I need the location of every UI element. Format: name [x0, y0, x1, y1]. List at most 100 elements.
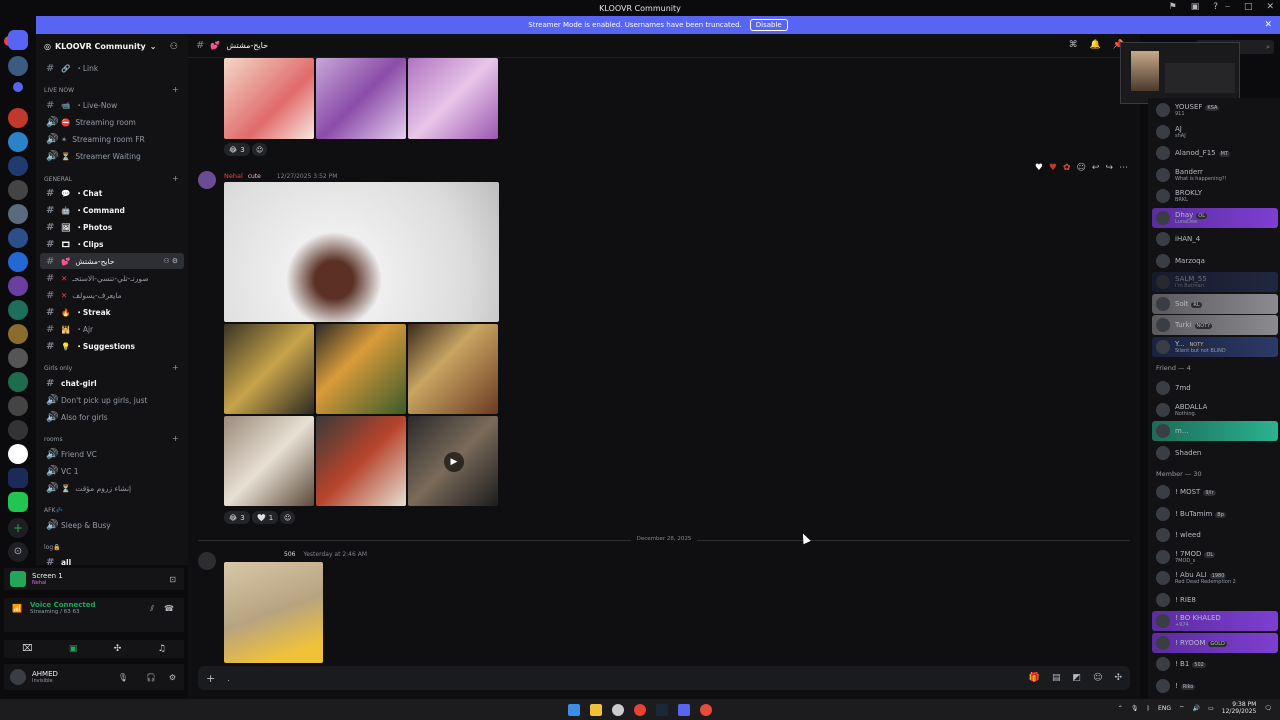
noise-icon[interactable]: ⫽ [150, 604, 154, 614]
chevron-up-icon[interactable]: ⌃ [1118, 705, 1123, 712]
discover-icon[interactable]: ⊙ [8, 542, 28, 562]
add-reaction-button[interactable]: ☺ [252, 143, 268, 156]
server-icon[interactable] [8, 228, 28, 248]
server-icon[interactable] [8, 108, 28, 128]
minimize-button[interactable]: ⎯ [1225, 2, 1230, 12]
member-item[interactable]: Solt RL [1152, 293, 1278, 314]
member-item[interactable]: ! RIE8 [1152, 590, 1278, 610]
member-item[interactable]: Marzoqa [1152, 251, 1278, 271]
category-general[interactable]: GENERAL + [44, 174, 179, 183]
voice-sleep-busy[interactable]: 🔊 Sleep & Busy [40, 517, 184, 533]
bluetooth-icon[interactable]: ᛒ [1146, 705, 1150, 712]
voice-streaming-fr[interactable]: 🔊 ✴ Streaming room FR [40, 131, 184, 147]
emoji-icon[interactable]: ☺ [1093, 673, 1102, 683]
screen-share-panel[interactable]: Screen 1 Nehal ⊡ [4, 568, 184, 590]
share-screen-icon[interactable]: ▣ [69, 644, 78, 654]
attachment-image[interactable] [316, 324, 406, 414]
activities-icon[interactable]: ✣ [114, 644, 122, 654]
reaction-pill[interactable]: 😂 3 [224, 143, 250, 156]
server-icon[interactable] [8, 348, 28, 368]
app-icon[interactable] [700, 703, 712, 716]
channel-ajr[interactable]: # 🕌 ・Ajr [40, 321, 184, 337]
channel-photos[interactable]: # 🖼 ・Photos [40, 219, 184, 235]
gift-icon[interactable]: 🎁 [1029, 673, 1040, 683]
heart-icon[interactable]: ♥ [1035, 163, 1043, 173]
gif-icon[interactable]: ▤ [1052, 673, 1061, 683]
server-icon[interactable] [8, 372, 28, 392]
server-icon[interactable] [8, 324, 28, 344]
member-item[interactable]: ! 7MOD OL 7MOD_s [1152, 547, 1278, 567]
play-icon[interactable]: ▶ [444, 452, 464, 472]
disconnect-icon[interactable]: ☎ [164, 604, 174, 613]
channel-all[interactable]: # all [40, 554, 184, 566]
attachment-image[interactable] [408, 58, 498, 139]
notification-icon[interactable]: 🗨 [1264, 705, 1272, 712]
reaction-pill[interactable]: 😂 3 [224, 511, 250, 524]
attachment-image[interactable] [224, 182, 499, 322]
attachment-image[interactable] [224, 324, 314, 414]
avatar[interactable] [10, 669, 26, 685]
video-attachment[interactable]: ▶ [408, 416, 498, 506]
volume-icon[interactable]: 🔊 [1193, 705, 1200, 712]
mic-icon[interactable]: 🎙 [118, 673, 128, 682]
server-icon[interactable] [8, 420, 28, 440]
windows-start-icon[interactable] [568, 703, 580, 716]
monitor-icon[interactable]: ▣ [1191, 2, 1200, 12]
home-icon[interactable] [8, 30, 28, 50]
inbox-icon[interactable]: ⚑ [1169, 2, 1177, 12]
guild-header[interactable]: ◎ KLOOVR Community ⌄ ⚇ [36, 34, 188, 58]
member-item[interactable]: ! RYOOM GOLD [1152, 632, 1278, 653]
member-item[interactable]: Y... NOTY Silent but not BLIND [1152, 336, 1278, 357]
channel-streak[interactable]: # 🔥 ・Streak [40, 304, 184, 320]
sticker-icon[interactable]: ◩ [1073, 673, 1082, 683]
channel-chat[interactable]: # 💬 ・Chat [40, 185, 184, 201]
member-item[interactable]: m... [1152, 421, 1278, 441]
server-icon[interactable] [8, 156, 28, 176]
reply-icon[interactable]: ↩ [1092, 163, 1100, 173]
member-item[interactable]: ! Abu ALI 1980 Red Dead Redemption 2 [1152, 568, 1278, 588]
plus-icon[interactable]: + [206, 672, 215, 685]
camera-off-icon[interactable]: ⌧ [22, 644, 32, 654]
discord-icon[interactable] [678, 703, 690, 716]
popout-icon[interactable]: ⊡ [169, 575, 176, 584]
attachment-image[interactable] [224, 58, 314, 139]
mic-icon[interactable]: 🎙 [1131, 705, 1139, 712]
disable-streamer-button[interactable]: Disable [749, 19, 788, 31]
member-item[interactable]: Shaden [1152, 443, 1278, 463]
server-icon[interactable] [8, 252, 28, 272]
apps-icon[interactable]: ✣ [1114, 673, 1122, 683]
add-channel-icon[interactable]: + [172, 85, 179, 94]
voice-streamer-waiting[interactable]: 🔊 ⏳ Streamer Waiting [40, 148, 184, 164]
app-icon[interactable] [612, 703, 624, 716]
steam-icon[interactable] [656, 703, 668, 716]
attachment-image[interactable] [316, 58, 406, 139]
gear-icon[interactable]: ⚙ [169, 673, 176, 682]
member-item[interactable]: ! wleed [1152, 525, 1278, 545]
member-item[interactable]: Dhay OL LunaDee [1152, 207, 1278, 228]
server-icon[interactable] [8, 444, 28, 464]
member-item[interactable]: AJ shAJ [1152, 122, 1278, 142]
invite-icon[interactable]: ⚇ [170, 42, 178, 52]
rose-icon[interactable]: ✿ [1063, 163, 1071, 173]
member-item[interactable]: YOUSEF KSA 911 [1152, 100, 1278, 120]
message-composer[interactable]: + . 🎁 ▤ ◩ ☺ ✣ [198, 666, 1130, 690]
voice-streaming-room[interactable]: 🔊 ⛔ Streaming room [40, 114, 184, 130]
member-item[interactable]: 7md [1152, 378, 1278, 398]
attachment-image[interactable] [224, 562, 323, 663]
chrome-icon[interactable] [634, 703, 646, 716]
add-channel-icon[interactable]: + [172, 434, 179, 443]
close-banner-icon[interactable]: ✕ [1264, 20, 1272, 30]
member-item[interactable]: BROKLY BRKL [1152, 186, 1278, 206]
category-log[interactable]: log🔒 [44, 544, 61, 551]
channel-clips[interactable]: # 🎞 ・Clips [40, 236, 184, 252]
settings-icon[interactable]: ⚇ ⚙ [163, 257, 178, 265]
add-server-icon[interactable]: + [8, 518, 28, 538]
soundboard-icon[interactable]: ♫ [158, 644, 166, 654]
member-item[interactable]: ! MOST 9/ir [1152, 482, 1278, 502]
server-icon[interactable] [8, 204, 28, 224]
server-icon[interactable] [8, 180, 28, 200]
maximize-button[interactable]: □ [1244, 2, 1253, 12]
server-icon[interactable] [8, 468, 28, 488]
avatar[interactable] [198, 171, 216, 189]
channel-command[interactable]: # 🤖 ・Command [40, 202, 184, 218]
